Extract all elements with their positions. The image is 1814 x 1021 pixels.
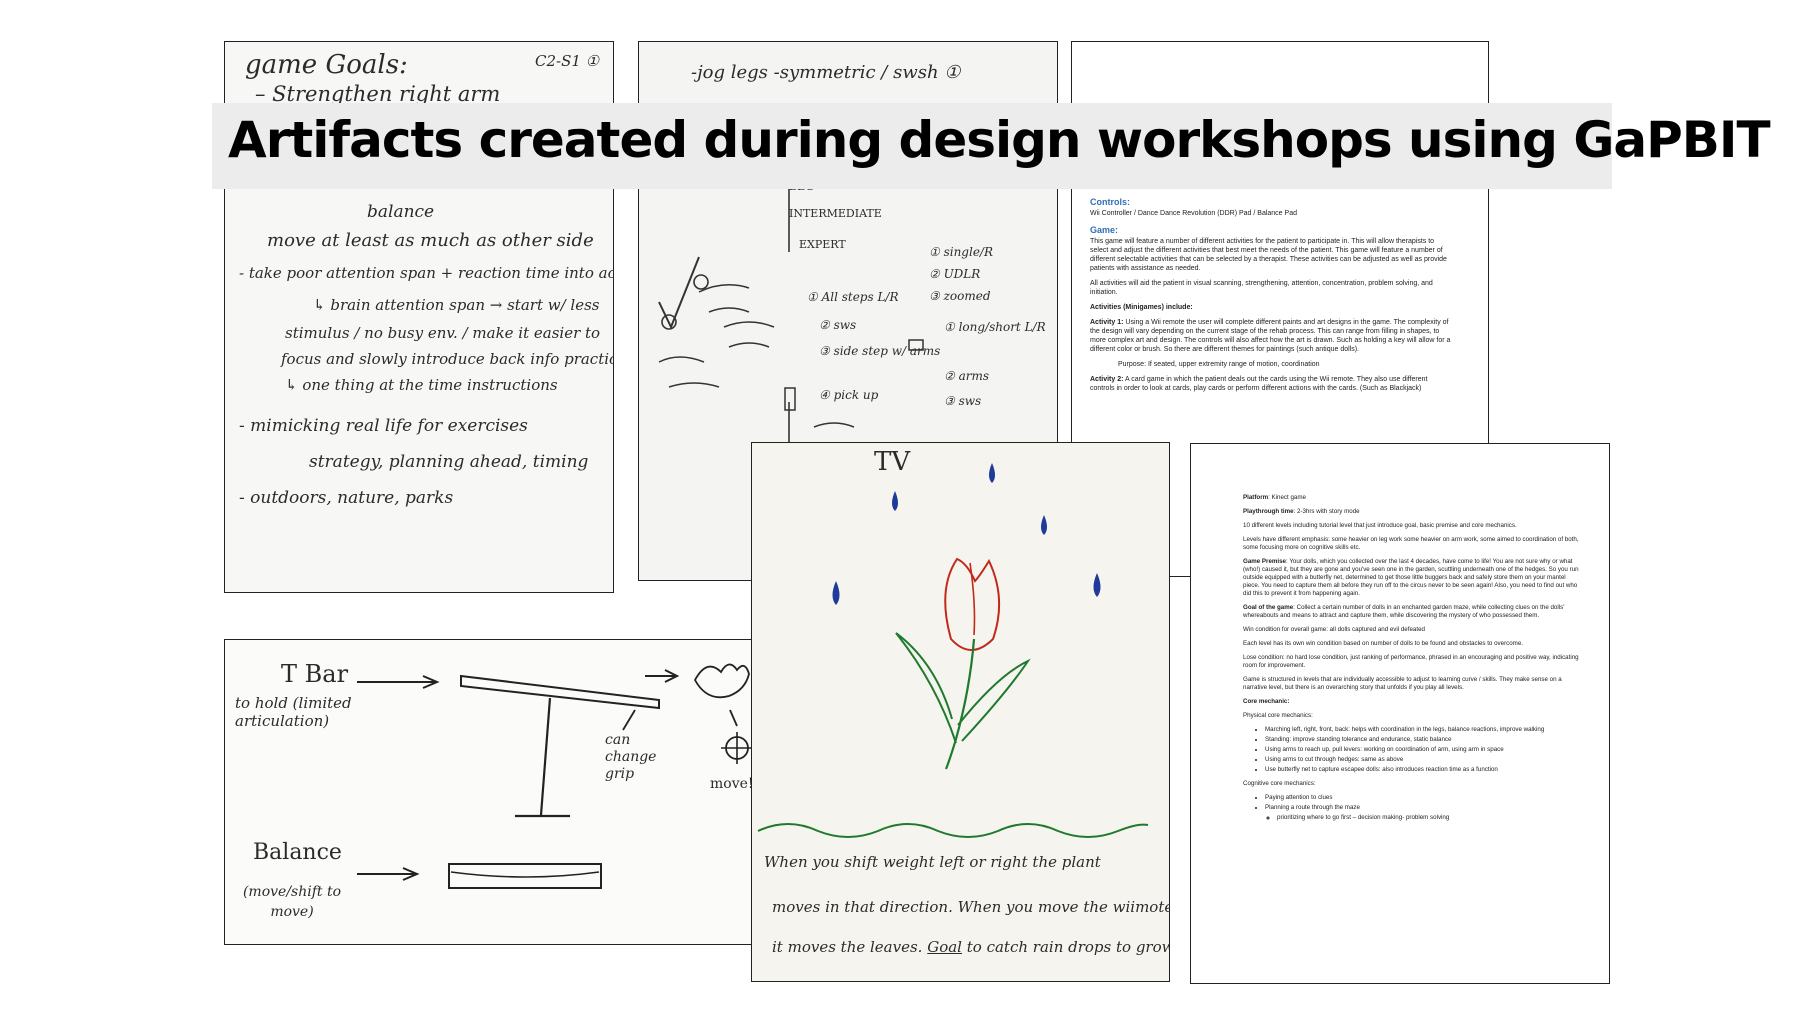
activity-text: A card game in which the patient deals o… (1090, 376, 1428, 392)
goal-line: strategy, planning ahead, timing (309, 452, 589, 472)
controls-text: Wii Controller / Dance Dance Revolution … (1090, 210, 1297, 217)
doc-paragraph: Activities (Minigames) include: (1090, 304, 1193, 311)
goal-line: balance (367, 202, 435, 222)
doc-paragraph: Core mechanic: (1243, 698, 1290, 705)
caption-line-3: it moves the leaves. Goal to catch rain … (772, 938, 1170, 956)
cognitive-mechanics-list: Paying attention to clues Planning a rou… (1243, 794, 1583, 822)
activity-label: Activity 2: (1090, 376, 1124, 383)
goal-line: move at least as much as other side (267, 230, 594, 251)
doc-paragraph: 10 different levels including tutorial l… (1243, 522, 1517, 529)
field-label: Playthrough time (1243, 508, 1294, 515)
caption-goal: Goal (927, 938, 962, 956)
goal-line: focus and slowly introduce back info pra… (281, 350, 614, 368)
tbar-drawing (357, 663, 753, 889)
list-item: Using arms to reach up, pull levers: wor… (1265, 746, 1583, 754)
list-item: Using arms to cut through hedges: same a… (1265, 756, 1583, 764)
doc-paragraph: Playthrough time: 2-3hrs with story mode (1243, 508, 1583, 516)
caption-line: moves in that direction. When you move t… (772, 898, 1170, 916)
caption-line: When you shift weight left or right the … (764, 853, 1101, 871)
document-body: Platform: Kinect game Playthrough time: … (1243, 494, 1583, 828)
artifact-controller-sketch: T Bar to hold (limited articulation) can… (224, 639, 754, 945)
doc-paragraph: Platform: Kinect game (1243, 494, 1583, 502)
caption-text: to catch rain drops to grow (966, 938, 1170, 956)
doc-paragraph: Each level has its own win condition bas… (1243, 640, 1523, 647)
caption-text: it moves the leaves. (772, 938, 923, 956)
physical-mechanics-list: Marching left, right, front, back: helps… (1243, 726, 1583, 774)
activity-text: Using a Wii remote the user will complet… (1090, 319, 1451, 353)
doc-paragraph: Activity 1: Using a Wii remote the user … (1090, 318, 1452, 354)
doc-paragraph: Physical core mechanics: (1243, 712, 1313, 719)
doc-paragraph: Game is structured in levels that are in… (1243, 676, 1562, 691)
list-item: Use butterfly net to capture escapee dol… (1265, 766, 1583, 774)
doc-paragraph: Win condition for overall game: all doll… (1243, 626, 1425, 633)
sheet-code: C2-S1 ① (535, 52, 600, 70)
field-value: : Kinect game (1268, 494, 1306, 501)
field-label: Platform (1243, 494, 1269, 501)
list-item: Marching left, right, front, back: helps… (1265, 726, 1583, 734)
goal-line: - outdoors, nature, parks (239, 488, 454, 508)
goal-line: ↳ brain attention span → start w/ less (313, 296, 600, 314)
doc-paragraph: Goal of the game: Collect a certain numb… (1243, 604, 1583, 620)
doc-paragraph: All activities will aid the patient in v… (1090, 280, 1433, 296)
artifact-tulip-game-drawing: TV When you shift weight left or right t… (751, 442, 1170, 982)
doc-paragraph: Activity 2: A card game in which the pat… (1090, 375, 1452, 393)
field-label: Game Premise (1243, 558, 1286, 565)
game-heading: Game: (1090, 225, 1119, 235)
document-body: Controls: Wii Controller / Dance Dance R… (1090, 198, 1452, 399)
activity-label: Activity 1: (1090, 319, 1124, 326)
field-label: Goal of the game (1243, 604, 1294, 611)
list-item: prioritizing where to go first – decisio… (1277, 814, 1583, 822)
slide-title: Artifacts created during design workshop… (228, 111, 1771, 169)
doc-paragraph: Purpose: If seated, upper extremity rang… (1118, 361, 1320, 368)
doc-paragraph: Cognitive core mechanics: (1243, 780, 1316, 787)
artifact-kinect-game-document: Platform: Kinect game Playthrough time: … (1190, 443, 1610, 984)
list-item: Standing: improve standing tolerance and… (1265, 736, 1583, 744)
list-item: Paying attention to clues (1265, 794, 1583, 802)
goal-line: - take poor attention span + reaction ti… (239, 264, 613, 282)
doc-paragraph: This game will feature a number of diffe… (1090, 238, 1447, 272)
field-value: : Your dolls, which you collected over t… (1243, 558, 1579, 597)
goal-line: - mimicking real life for exercises (239, 416, 528, 436)
doc-paragraph: Game Premise: Your dolls, which you coll… (1243, 558, 1583, 598)
field-value: : 2-3hrs with story mode (1293, 508, 1360, 515)
controls-heading: Controls: (1090, 197, 1130, 207)
goals-heading: game Goals: (245, 50, 408, 80)
list-item: Planning a route through the maze (1265, 804, 1583, 812)
doc-paragraph: Lose condition: no hard lose condition, … (1243, 654, 1579, 669)
goal-line: stimulus / no busy env. / make it easier… (285, 324, 601, 342)
doc-paragraph: Levels have different emphasis: some hea… (1243, 536, 1579, 551)
goal-line: ↳ one thing at the time instructions (285, 376, 558, 394)
